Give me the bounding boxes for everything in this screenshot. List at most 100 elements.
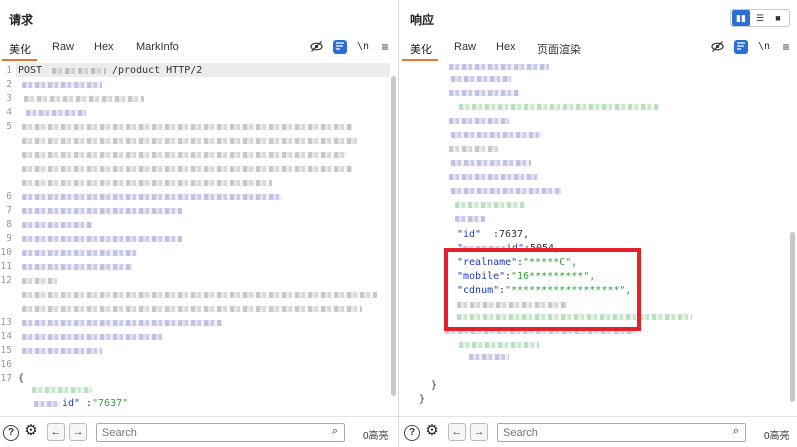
field-value-id: 7637, <box>499 229 530 240</box>
line-number: 17 <box>0 373 12 384</box>
tab-hex[interactable]: Hex <box>94 41 114 53</box>
redacted-line <box>449 64 549 70</box>
arrow-right-icon[interactable]: → <box>69 423 87 441</box>
redacted-header <box>22 152 347 158</box>
tab-markinfo[interactable]: MarkInfo <box>136 41 179 53</box>
highlights-count: 0高亮 <box>363 431 389 442</box>
newline-toggle[interactable]: \n <box>757 40 771 54</box>
redacted-line <box>459 342 539 348</box>
split-columns-icon[interactable]: ▮▮ <box>732 10 750 26</box>
single-view-icon[interactable]: ■ <box>769 10 787 26</box>
body-value: "7637" <box>92 398 129 409</box>
redacted-header <box>22 348 102 354</box>
arrow-right-icon[interactable]: → <box>470 423 488 441</box>
redacted-header <box>22 222 92 228</box>
eye-off-icon[interactable] <box>710 40 724 54</box>
split-rows-icon[interactable]: ☰ <box>751 10 769 26</box>
redacted-header <box>22 194 282 200</box>
request-title: 请求 <box>9 13 34 27</box>
redacted-line <box>451 76 511 82</box>
help-icon[interactable]: ? <box>3 425 19 441</box>
line-number: 11 <box>0 261 12 272</box>
eye-off-icon[interactable] <box>309 40 323 54</box>
redacted-line <box>449 118 509 124</box>
wrap-icon[interactable] <box>333 40 347 54</box>
search-box[interactable]: ⌕ <box>497 423 746 442</box>
magnifier-icon[interactable]: ⌕ <box>733 425 739 438</box>
body-key: id" <box>62 398 81 409</box>
arrow-left-icon[interactable]: ← <box>448 423 466 441</box>
response-pane: 响应 ▮▮ ☰ ■ 美化 Raw Hex 页面渲染 \n ≡ "id": 76… <box>399 0 797 447</box>
tab-raw[interactable]: Raw <box>454 41 476 53</box>
close-brace-inner: } <box>431 380 438 391</box>
view-layout-toggles: ▮▮ ☰ ■ <box>730 9 790 27</box>
redacted-header <box>22 138 357 144</box>
help-icon[interactable]: ? <box>404 425 420 441</box>
redacted-header <box>22 334 162 340</box>
line-number: 14 <box>0 331 12 342</box>
response-editor[interactable]: "id" : 7637, " id" : 5054, "realname" : … <box>399 62 797 417</box>
hamburger-menu-icon[interactable]: ≡ <box>378 40 392 54</box>
redacted-header <box>22 250 137 256</box>
gear-icon[interactable]: ⚙ <box>24 423 38 438</box>
annotation-highlight-box <box>444 248 641 331</box>
highlights-count: 0高亮 <box>764 431 790 442</box>
redacted-header <box>22 82 102 88</box>
line-number: 3 <box>6 93 12 104</box>
newline-toggle[interactable]: \n <box>356 40 370 54</box>
line-number: 7 <box>6 205 12 216</box>
tab-pretty[interactable]: 美化 <box>410 41 432 57</box>
redacted-header <box>22 166 352 172</box>
line-number: 13 <box>0 317 12 328</box>
redacted-body <box>32 387 92 393</box>
line-number: 1 <box>6 65 12 76</box>
search-box[interactable]: ⌕ <box>96 423 345 442</box>
active-tab-indicator <box>402 59 438 61</box>
redacted-line <box>459 104 659 110</box>
close-brace-outer: } <box>419 394 426 405</box>
scrollbar-thumb[interactable] <box>790 232 795 402</box>
line-number: 4 <box>6 107 12 118</box>
redacted-line <box>451 132 541 138</box>
redacted-line <box>469 354 509 360</box>
redacted-header <box>22 278 57 284</box>
tab-hex[interactable]: Hex <box>496 41 516 53</box>
redacted-line <box>455 216 485 222</box>
scrollbar-thumb[interactable] <box>391 76 396 396</box>
line-number: 2 <box>6 79 12 90</box>
redacted-header <box>22 320 222 326</box>
response-title: 响应 <box>410 13 435 27</box>
search-input[interactable] <box>97 424 317 441</box>
magnifier-icon[interactable]: ⌕ <box>332 425 338 438</box>
redacted-header <box>22 292 377 298</box>
gear-icon[interactable]: ⚙ <box>425 423 439 438</box>
request-line-path: /product HTTP/2 <box>112 65 203 76</box>
active-tab-indicator <box>2 59 37 61</box>
redacted-key <box>34 401 60 407</box>
line-number: 6 <box>6 191 12 202</box>
tab-render[interactable]: 页面渲染 <box>537 41 581 57</box>
request-editor[interactable]: 1 2 3 4 5 6 7 8 9 10 11 12 13 14 15 16 1… <box>0 62 398 417</box>
tab-raw[interactable]: Raw <box>52 41 74 53</box>
redacted-line <box>449 174 539 180</box>
hamburger-menu-icon[interactable]: ≡ <box>779 40 793 54</box>
line-gutter: 1 2 3 4 5 6 7 8 9 10 11 12 13 14 15 16 1… <box>0 62 14 417</box>
request-line-method: POST <box>18 65 43 76</box>
request-statusbar: ? ⚙ ← → ⌕ 0高亮 <box>0 416 398 447</box>
wrap-icon[interactable] <box>734 40 748 54</box>
redacted-header <box>22 208 182 214</box>
request-pane: 请求 美化 Raw Hex MarkInfo \n ≡ 1 2 3 4 5 6 … <box>0 0 399 447</box>
line-number: 8 <box>6 219 12 230</box>
redacted-line <box>451 188 561 194</box>
search-input[interactable] <box>498 424 718 441</box>
redacted-header <box>26 110 86 116</box>
redacted-header <box>22 306 362 312</box>
line-number: 12 <box>0 275 12 286</box>
redacted-header <box>22 236 182 242</box>
redacted-header <box>24 96 144 102</box>
line-number: 16 <box>0 359 12 370</box>
tab-pretty[interactable]: 美化 <box>9 41 31 57</box>
line-number: 9 <box>6 233 12 244</box>
arrow-left-icon[interactable]: ← <box>47 423 65 441</box>
redacted-line <box>455 202 525 208</box>
